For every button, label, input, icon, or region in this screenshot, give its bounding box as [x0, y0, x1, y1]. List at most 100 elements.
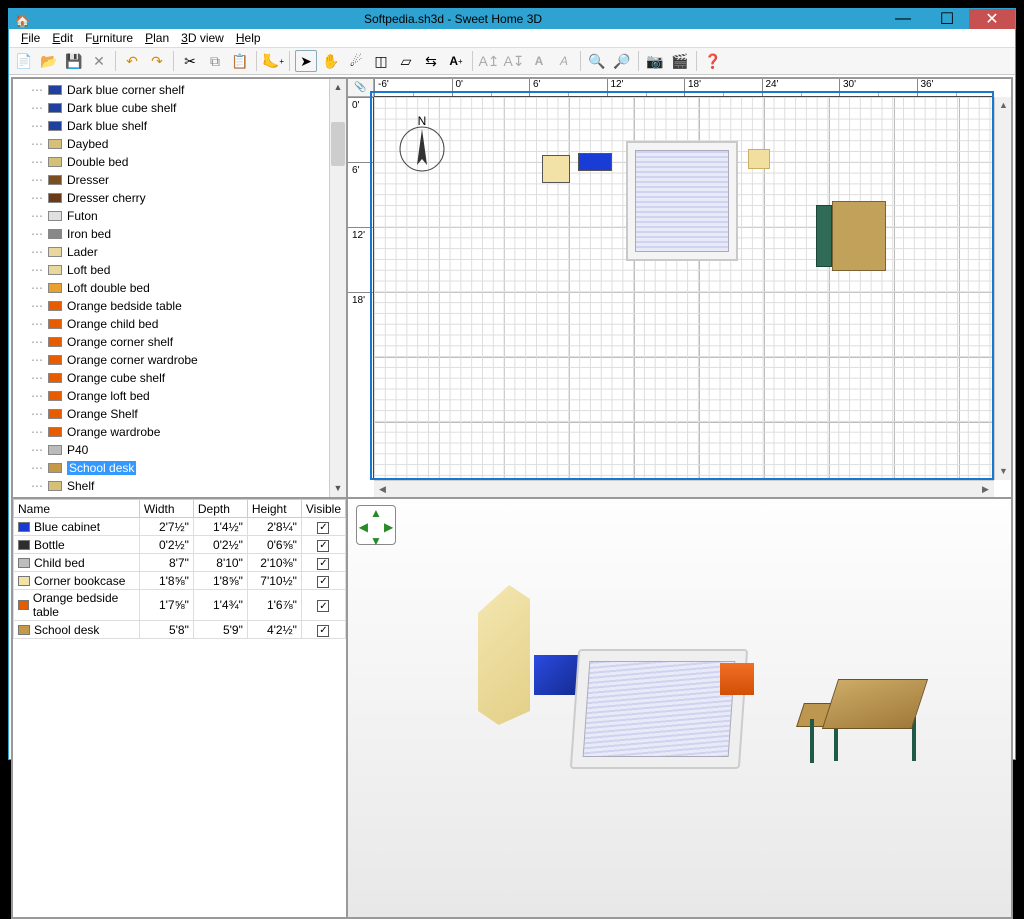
iso-bookcase[interactable] — [478, 585, 530, 725]
undo-button[interactable]: ↶ — [121, 50, 143, 72]
iso-bedside[interactable] — [720, 663, 754, 695]
select-tool[interactable]: ➤ — [295, 50, 317, 72]
catalog-item[interactable]: ⋯Loft double bed — [13, 279, 329, 297]
catalog-item[interactable]: ⋯Futon — [13, 207, 329, 225]
catalog-item[interactable]: ⋯Orange child bed — [13, 315, 329, 333]
menu-plan[interactable]: Plan — [139, 29, 175, 47]
menu-edit[interactable]: Edit — [46, 29, 79, 47]
maximize-button[interactable]: ☐ — [925, 9, 969, 29]
catalog-item[interactable]: ⋯Iron bed — [13, 225, 329, 243]
iso-schooldesk[interactable] — [800, 669, 930, 749]
col-depth[interactable]: Depth — [193, 500, 247, 518]
catalog-item[interactable]: ⋯Orange loft bed — [13, 387, 329, 405]
minimize-button[interactable]: ― — [881, 9, 925, 29]
catalog-item[interactable]: ⋯Dark blue corner shelf — [13, 81, 329, 99]
plan-obj-cabinet[interactable] — [578, 153, 612, 171]
nav-left-icon[interactable]: ◀ — [357, 520, 370, 534]
nav-right-icon[interactable]: ▶ — [382, 520, 395, 534]
visible-checkbox[interactable]: ✓ — [317, 576, 329, 588]
plan-obj-bookcase[interactable] — [542, 155, 570, 183]
create-rooms-tool[interactable]: ▱ — [395, 50, 417, 72]
catalog-item[interactable]: ⋯Orange cube shelf — [13, 369, 329, 387]
open-button[interactable]: 📂 — [38, 50, 60, 72]
col-width[interactable]: Width — [139, 500, 193, 518]
visible-checkbox[interactable]: ✓ — [317, 625, 329, 637]
catalog-item[interactable]: ⋯Dresser — [13, 171, 329, 189]
nav-down-icon[interactable]: ▼ — [370, 534, 383, 548]
catalog-item[interactable]: ⋯P40 — [13, 441, 329, 459]
zoom-in-button[interactable]: 🔍 — [586, 50, 608, 72]
menu-file[interactable]: File — [15, 29, 46, 47]
menu-help[interactable]: Help — [230, 29, 267, 47]
italic-button[interactable]: A — [553, 50, 575, 72]
menu-3dview[interactable]: 3D view — [175, 29, 230, 47]
table-row[interactable]: Bottle0'2½"0'2½"0'6⅝"✓ — [14, 536, 346, 554]
catalog-item[interactable]: ⋯Loft bed — [13, 261, 329, 279]
help-button[interactable]: ❓ — [702, 50, 724, 72]
table-row[interactable]: Child bed8'7"8'10"2'10⅜"✓ — [14, 554, 346, 572]
wizard-button[interactable]: ☄ — [345, 50, 367, 72]
table-row[interactable]: Orange bedside table1'7⅝"1'4¾"1'6⅞"✓ — [14, 590, 346, 621]
catalog-scrollbar[interactable]: ▲▼ — [329, 79, 346, 497]
nav-pad[interactable]: ▲ ◀ ▶ ▼ — [356, 505, 396, 545]
col-name[interactable]: Name — [14, 500, 140, 518]
compass-icon[interactable]: N — [392, 115, 452, 175]
plan-v-scrollbar[interactable]: ▲▼ — [994, 97, 1011, 480]
plan-canvas[interactable]: N — [374, 97, 994, 480]
table-row[interactable]: Blue cabinet2'7½"1'4½"2'8¼"✓ — [14, 518, 346, 536]
catalog-item[interactable]: ⋯Orange corner shelf — [13, 333, 329, 351]
video-button[interactable]: 🎬 — [669, 50, 691, 72]
catalog-item[interactable]: ⋯Double bed — [13, 153, 329, 171]
menu-furniture[interactable]: Furniture — [79, 29, 139, 47]
create-dimensions-tool[interactable]: ⇆ — [420, 50, 442, 72]
catalog-item[interactable]: ⋯Orange wardrobe — [13, 423, 329, 441]
new-button[interactable]: 📄 — [13, 50, 35, 72]
catalog-item-label: Iron bed — [67, 227, 111, 241]
add-furniture-button[interactable]: 🦶+ — [262, 50, 284, 72]
catalog-item[interactable]: ⋯Dresser cherry — [13, 189, 329, 207]
view-3d[interactable]: ▲ ◀ ▶ ▼ — [347, 498, 1012, 918]
text-tool[interactable]: A+ — [445, 50, 467, 72]
table-row[interactable]: School desk5'8"5'9"4'2½"✓ — [14, 621, 346, 639]
preferences-button[interactable]: ✕ — [88, 50, 110, 72]
catalog-item[interactable]: ⋯Dark blue shelf — [13, 117, 329, 135]
plan-2d-view[interactable]: 📎 -6'0'6'12'18'24'30'36' 0'6'12'18' N — [347, 78, 1012, 498]
plan-obj-bedside[interactable] — [748, 149, 770, 169]
create-walls-tool[interactable]: ◫ — [370, 50, 392, 72]
col-height[interactable]: Height — [247, 500, 301, 518]
photo-button[interactable]: 📷 — [644, 50, 666, 72]
plan-h-scrollbar[interactable]: ◀▶ — [374, 480, 994, 497]
copy-button[interactable]: ⧉ — [204, 50, 226, 72]
ruler-tick: 0' — [348, 97, 373, 162]
cut-button[interactable]: ✂ — [179, 50, 201, 72]
furniture-catalog[interactable]: ⋯Dark blue corner shelf⋯Dark blue cube s… — [12, 78, 347, 498]
catalog-item[interactable]: ⋯Orange corner wardrobe — [13, 351, 329, 369]
catalog-item[interactable]: ⋯Dark blue cube shelf — [13, 99, 329, 117]
catalog-item[interactable]: ⋯Lader — [13, 243, 329, 261]
catalog-item[interactable]: ⋯School desk — [13, 459, 329, 477]
close-button[interactable]: ✕ — [969, 9, 1015, 29]
visible-checkbox[interactable]: ✓ — [317, 600, 329, 612]
catalog-item[interactable]: ⋯Shelf — [13, 477, 329, 495]
zoom-out-button[interactable]: 🔎 — [611, 50, 633, 72]
iso-cabinet[interactable] — [534, 655, 580, 695]
visible-checkbox[interactable]: ✓ — [317, 522, 329, 534]
furniture-list[interactable]: Name Width Depth Height Visible Blue cab… — [12, 498, 347, 918]
paste-button[interactable]: 📋 — [229, 50, 251, 72]
increase-text-button[interactable]: A↥ — [478, 50, 500, 72]
col-visible[interactable]: Visible — [301, 500, 345, 518]
save-button[interactable]: 💾 — [63, 50, 85, 72]
nav-up-icon[interactable]: ▲ — [370, 506, 383, 520]
bold-button[interactable]: A — [528, 50, 550, 72]
decrease-text-button[interactable]: A↧ — [503, 50, 525, 72]
pan-tool[interactable]: ✋ — [320, 50, 342, 72]
table-row[interactable]: Corner bookcase1'8⅝"1'8⅝"7'10½"✓ — [14, 572, 346, 590]
catalog-item[interactable]: ⋯Orange bedside table — [13, 297, 329, 315]
plan-obj-schooldesk[interactable] — [816, 201, 888, 271]
catalog-item[interactable]: ⋯Daybed — [13, 135, 329, 153]
plan-obj-childbed[interactable] — [626, 141, 738, 261]
redo-button[interactable]: ↷ — [146, 50, 168, 72]
visible-checkbox[interactable]: ✓ — [317, 558, 329, 570]
visible-checkbox[interactable]: ✓ — [317, 540, 329, 552]
catalog-item[interactable]: ⋯Orange Shelf — [13, 405, 329, 423]
